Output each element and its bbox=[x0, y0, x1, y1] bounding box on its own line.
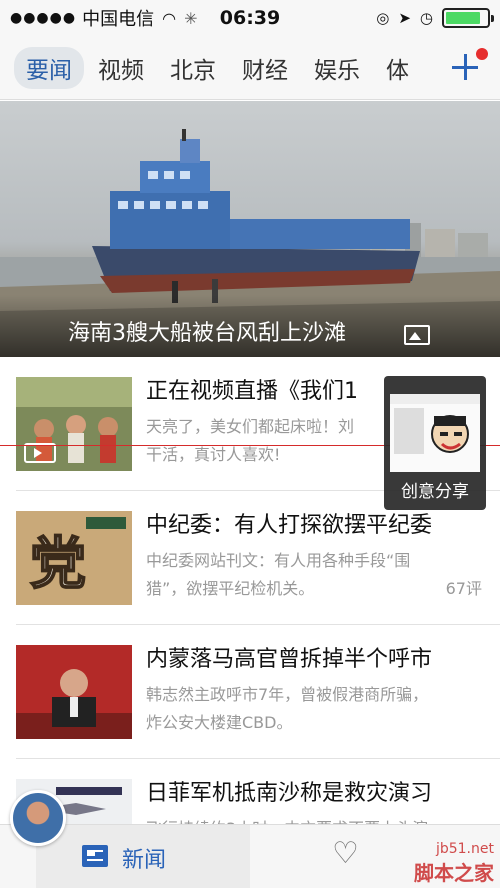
tab-entertainment[interactable]: 娱乐 bbox=[302, 47, 372, 89]
avatar[interactable] bbox=[10, 790, 66, 846]
battery-icon bbox=[442, 8, 494, 28]
signal-strength: ●●●●● bbox=[10, 10, 77, 26]
video-play-icon bbox=[24, 443, 56, 463]
news-title: 日菲军机抵南沙称是救灾演习 bbox=[146, 781, 433, 806]
carrier-name: 中国电信 bbox=[82, 9, 155, 30]
watermark: jb51.net 脚本之家 bbox=[414, 841, 494, 885]
news-summary: 韩志然主政呼市7年，曾被假港商所骗， 炸公安大楼建CBD。 bbox=[146, 685, 429, 732]
location-icon: ➤ bbox=[398, 9, 411, 27]
news-item[interactable]: 党 中纪委：有人打探欲摆平纪委 中纪委网站刊文：有人用各种手段“围 猎”，欲摆平… bbox=[0, 491, 500, 625]
news-title: 中纪委：有人打探欲摆平纪委 bbox=[146, 513, 433, 538]
tab-finance[interactable]: 财经 bbox=[230, 47, 300, 89]
tab-video[interactable]: 视频 bbox=[86, 47, 156, 89]
news-item[interactable]: 内蒙落马高官曾拆掉半个呼市 韩志然主政呼市7年，曾被假港商所骗， 炸公安大楼建C… bbox=[0, 625, 500, 759]
new-badge bbox=[476, 48, 488, 60]
news-title: 正在视频直播《我们1 bbox=[146, 379, 358, 404]
channel-tabs: 要闻 视频 北京 财经 娱乐 体 bbox=[0, 36, 500, 100]
status-bar: ●●●●● 中国电信 ◠ ✳ 06:39 ◎ ➤ ◷ bbox=[0, 0, 500, 36]
gallery-icon bbox=[404, 325, 430, 345]
clock: 06:39 bbox=[219, 7, 281, 29]
alarm-icon: ◷ bbox=[419, 9, 433, 27]
creative-share-popup[interactable]: 创意分享 bbox=[384, 376, 486, 510]
share-label: 创意分享 bbox=[401, 482, 469, 502]
svg-text:党: 党 bbox=[30, 532, 86, 597]
news-thumbnail: 党 bbox=[16, 511, 132, 605]
wifi-icon: ◠ bbox=[162, 8, 177, 28]
heart-icon[interactable]: ♡ bbox=[332, 839, 359, 869]
comment-count: 67评 bbox=[445, 579, 482, 598]
lock-rotation-icon: ◎ bbox=[376, 9, 390, 27]
tab-news-label: 新闻 bbox=[122, 848, 167, 873]
news-thumbnail bbox=[16, 377, 132, 471]
share-preview bbox=[390, 394, 480, 472]
tab-beijing[interactable]: 北京 bbox=[158, 47, 228, 89]
news-thumbnail bbox=[16, 645, 132, 739]
tab-headlines[interactable]: 要闻 bbox=[14, 46, 84, 89]
loading-icon: ✳ bbox=[184, 8, 198, 28]
hero-caption: 海南3艘大船被台风刮上沙滩 bbox=[68, 321, 346, 346]
news-title: 内蒙落马高官曾拆掉半个呼市 bbox=[146, 647, 433, 672]
hero-banner[interactable]: 海南3艘大船被台风刮上沙滩 bbox=[0, 101, 500, 357]
news-summary: 中纪委网站刊文：有人用各种手段“围 猎”，欲摆平纪检机关。 bbox=[146, 551, 411, 598]
add-channel-button[interactable] bbox=[448, 48, 488, 86]
tab-sports[interactable]: 体 bbox=[374, 47, 421, 89]
newspaper-icon bbox=[82, 845, 108, 867]
